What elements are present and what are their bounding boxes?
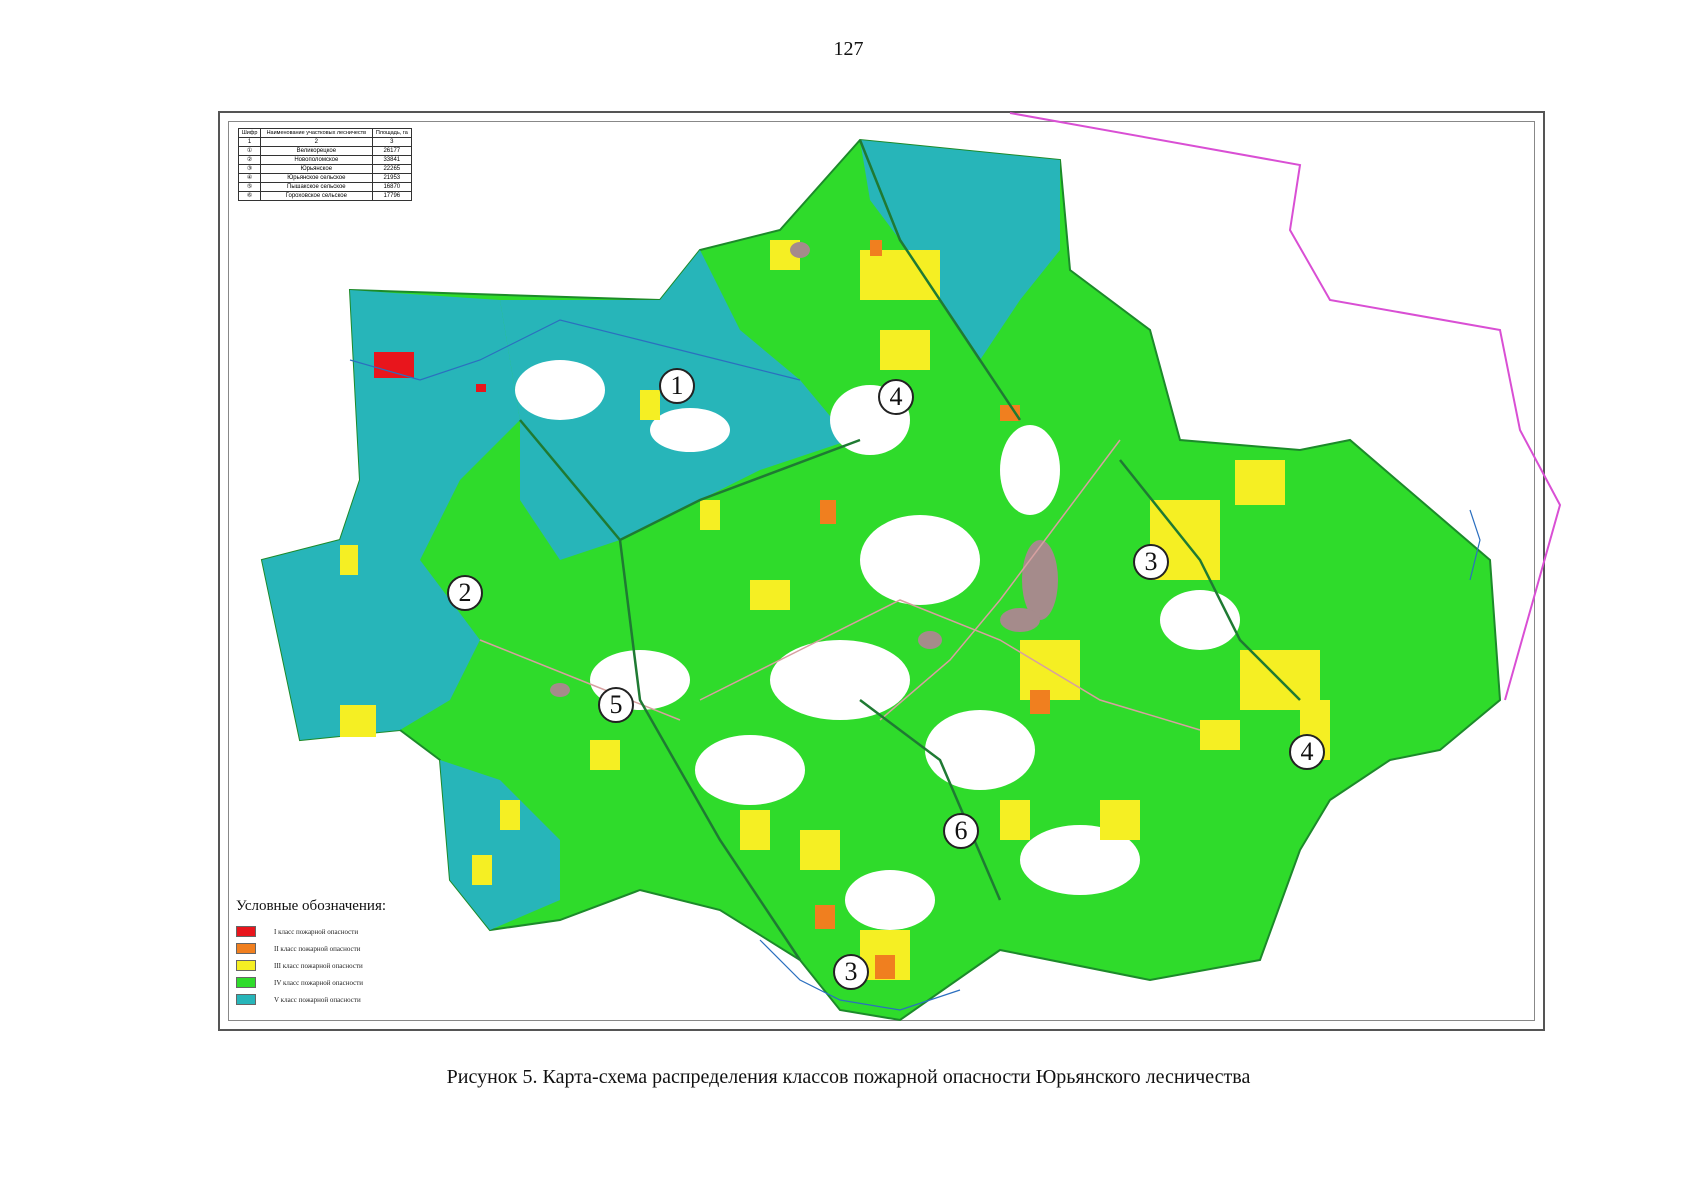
row-area: 17796	[371, 191, 413, 201]
table-row: ⑤ Пышакское сельское 16870	[237, 182, 413, 192]
index-1: 1	[237, 137, 262, 147]
table-row: ② Новополомское 33841	[237, 155, 413, 165]
figure-caption: Рисунок 5. Карта-схема распределения кла…	[446, 1066, 1251, 1088]
row-name: Юрьянское	[260, 164, 373, 174]
legend-item-class-iv: IV класс пожарной опасности	[236, 974, 496, 991]
legend-swatch-class-iii	[236, 960, 256, 971]
row-area: 26177	[371, 146, 413, 156]
header-area: Площадь, га	[371, 128, 413, 138]
row-code: ③	[237, 164, 262, 174]
legend-swatch-class-iv	[236, 977, 256, 988]
legend-swatch-class-ii	[236, 943, 256, 954]
row-code: ④	[237, 173, 262, 183]
legend-swatch-class-i	[236, 926, 256, 937]
zone-label-4-north: 4	[878, 379, 914, 415]
legend-label: III класс пожарной опасности	[274, 961, 363, 970]
table-header-row: Шифр Наименование участковых лесничеств …	[237, 128, 413, 138]
row-name: Новополомское	[260, 155, 373, 165]
legend-title: Условные обозначения:	[236, 898, 387, 914]
row-code: ②	[237, 155, 262, 165]
row-area: 22265	[371, 164, 413, 174]
legend-label: V класс пожарной опасности	[274, 995, 361, 1004]
zone-label-4-east: 4	[1289, 734, 1325, 770]
legend-item-class-iii: III класс пожарной опасности	[236, 957, 496, 974]
zone-label-3-east: 3	[1133, 544, 1169, 580]
zone-label-6: 6	[943, 813, 979, 849]
index-3: 3	[371, 137, 413, 147]
legend-label: I класс пожарной опасности	[274, 927, 359, 936]
row-area: 16870	[371, 182, 413, 192]
header-name: Наименование участковых лесничеств	[260, 128, 373, 138]
legend-item-class-ii: II класс пожарной опасности	[236, 940, 496, 957]
header-code: Шифр	[237, 128, 262, 138]
row-code: ⑤	[237, 182, 262, 192]
row-area: 21953	[371, 173, 413, 183]
table-row: ③ Юрьянское 22265	[237, 164, 413, 174]
forestry-areas-table: Шифр Наименование участковых лесничеств …	[237, 128, 413, 201]
row-code: ⑥	[237, 191, 262, 201]
table-row: ① Великорецкое 26177	[237, 146, 413, 156]
legend-item-class-i: I класс пожарной опасности	[236, 923, 496, 940]
row-name: Юрьянское сельское	[260, 173, 373, 183]
zone-label-2: 2	[447, 575, 483, 611]
table-index-row: 1 2 3	[237, 137, 413, 147]
zone-label-3-south: 3	[833, 954, 869, 990]
zone-label-5: 5	[598, 687, 634, 723]
legend-label: IV класс пожарной опасности	[274, 978, 364, 987]
legend-item-class-v: V класс пожарной опасности	[236, 991, 496, 1008]
legend-swatch-class-v	[236, 994, 256, 1005]
index-2: 2	[260, 137, 373, 147]
row-code: ①	[237, 146, 262, 156]
map-legend: Условные обозначения: I класс пожарной о…	[236, 898, 496, 1008]
zone-label-1: 1	[659, 368, 695, 404]
table-row: ⑥ Гороховское сельское 17796	[237, 191, 413, 201]
table-row: ④ Юрьянское сельское 21953	[237, 173, 413, 183]
row-name: Пышакское сельское	[260, 182, 373, 192]
row-area: 33841	[371, 155, 413, 165]
row-name: Гороховское сельское	[260, 191, 373, 201]
row-name: Великорецкое	[260, 146, 373, 156]
legend-label: II класс пожарной опасности	[274, 944, 361, 953]
